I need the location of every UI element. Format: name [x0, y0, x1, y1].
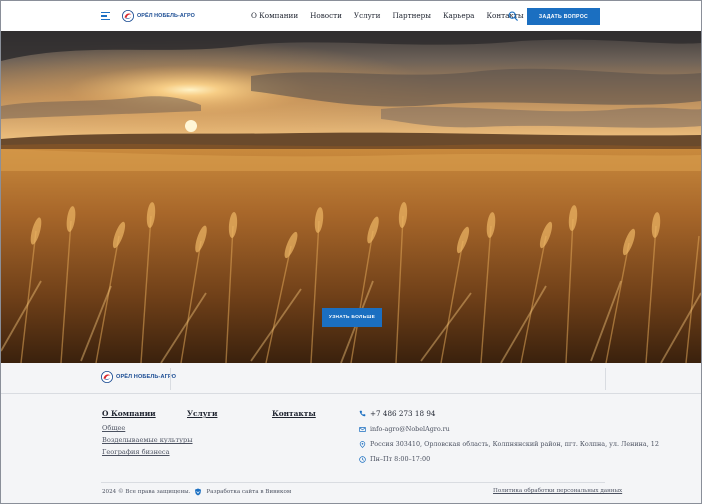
- phone-text: +7 486 273 18 94: [370, 409, 436, 418]
- privacy-policy-link[interactable]: Политика обработки персональных данных: [493, 488, 622, 494]
- browser-viewport: ОРЁЛ НОБЕЛЬ-АГРО О Компании Новости Услу…: [0, 0, 702, 504]
- site-logo[interactable]: ОРЁЛ НОБЕЛЬ-АГРО: [122, 10, 195, 22]
- menu-icon[interactable]: [101, 12, 110, 20]
- nav-item-partners[interactable]: Партнеры: [392, 11, 431, 20]
- ask-question-button[interactable]: Задать вопрос: [527, 8, 600, 25]
- main-nav: О Компании Новости Услуги Партнеры Карье…: [251, 11, 524, 20]
- footer-col-contacts[interactable]: Контакты: [272, 409, 316, 418]
- logo-text: ОРЁЛ НОБЕЛЬ-АГРО: [137, 13, 195, 19]
- footer-logo-text: ОРЁЛ НОБЕЛЬ-АГРО: [116, 374, 177, 380]
- site-footer: ОРЁЛ НОБЕЛЬ-АГРО О Компании Общее Воздел…: [1, 363, 701, 503]
- learn-more-button[interactable]: Узнать больше: [322, 308, 382, 327]
- developer-shield-icon: [195, 488, 202, 496]
- hours-text: Пн–Пт 8:00–17:00: [370, 455, 431, 463]
- footer-link-crops[interactable]: Возделываемые культуры: [102, 436, 193, 444]
- logo-emblem-icon: [101, 371, 113, 383]
- footer-col-services[interactable]: Услуги: [187, 409, 217, 418]
- search-icon[interactable]: [508, 11, 518, 21]
- footer-bottom-divider: [101, 482, 605, 483]
- footer-link-general[interactable]: Общее: [102, 424, 125, 432]
- mail-icon: [359, 426, 366, 432]
- footer-hours: Пн–Пт 8:00–17:00: [359, 455, 430, 463]
- footer-divider: [605, 368, 606, 390]
- footer-bottom-bar: 2024 © Все права защищены. Разработка са…: [1, 484, 701, 503]
- email-text: info-agro@NobelAgro.ru: [370, 425, 450, 433]
- footer-phone[interactable]: +7 486 273 18 94: [359, 409, 435, 418]
- phone-icon: [359, 410, 366, 417]
- copyright: 2024 © Все права защищены. Разработка са…: [102, 488, 291, 496]
- nav-item-career[interactable]: Карьера: [443, 11, 475, 20]
- hero-banner: Узнать больше: [1, 31, 701, 363]
- copyright-text: 2024 © Все права защищены.: [102, 489, 191, 495]
- footer-email[interactable]: info-agro@NobelAgro.ru: [359, 425, 450, 433]
- footer-address: Россия 303410, Орловская область, Колпня…: [359, 440, 659, 448]
- site-header: ОРЁЛ НОБЕЛЬ-АГРО О Компании Новости Услу…: [1, 1, 701, 31]
- nav-item-services[interactable]: Услуги: [354, 11, 381, 20]
- footer-link-geography[interactable]: География бизнеса: [102, 448, 170, 456]
- developer-link[interactable]: Разработка сайта в Вивиком: [206, 489, 291, 495]
- footer-top-bar: ОРЁЛ НОБЕЛЬ-АГРО: [1, 363, 701, 394]
- location-pin-icon: [359, 440, 366, 448]
- nav-item-about[interactable]: О Компании: [251, 11, 298, 20]
- footer-col-about[interactable]: О Компании: [102, 409, 156, 418]
- address-text: Россия 303410, Орловская область, Колпня…: [370, 440, 659, 448]
- nav-item-contacts[interactable]: Контакты: [486, 11, 523, 20]
- footer-divider: [170, 368, 171, 390]
- footer-logo[interactable]: ОРЁЛ НОБЕЛЬ-АГРО: [101, 371, 176, 383]
- nav-item-news[interactable]: Новости: [310, 11, 342, 20]
- clock-icon: [359, 455, 366, 463]
- logo-emblem-icon: [122, 10, 134, 22]
